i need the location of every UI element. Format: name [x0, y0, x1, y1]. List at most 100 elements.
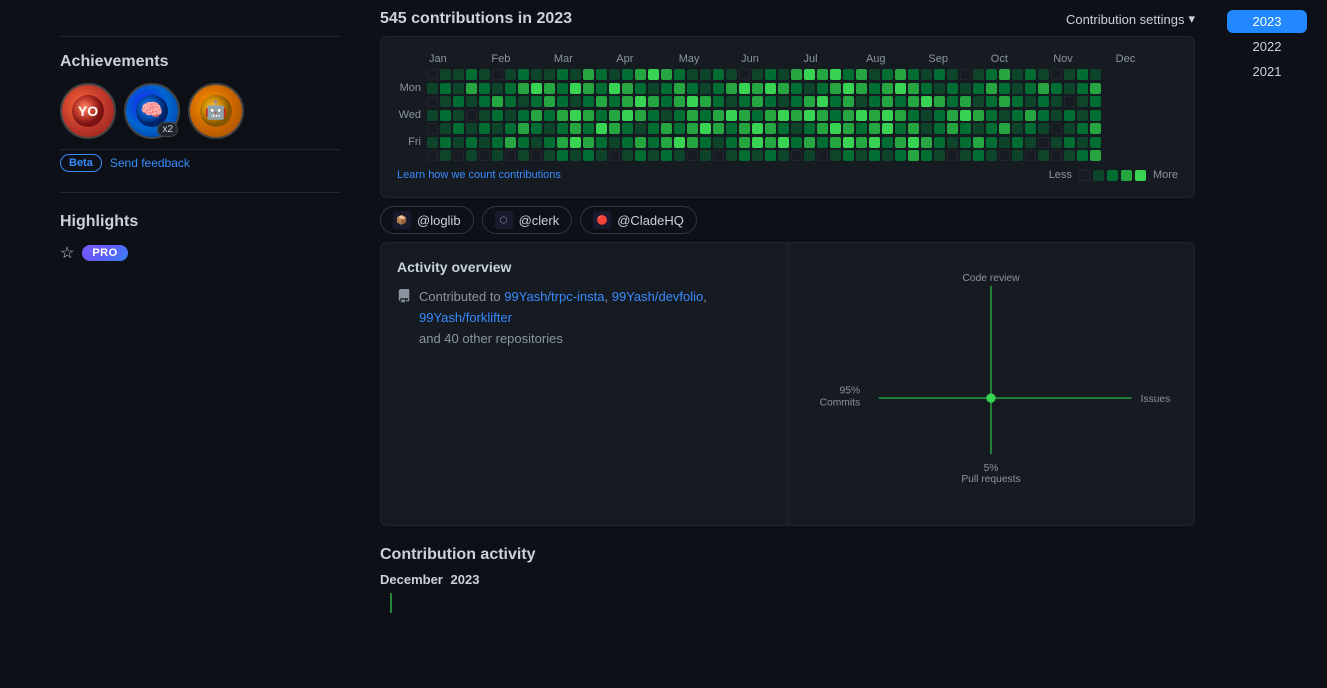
yolo-badge[interactable]: YO: [60, 83, 116, 139]
svg-text:Commits: Commits: [820, 398, 861, 409]
badge-count: x2: [157, 122, 178, 137]
beta-feedback-bar: Beta Send feedback: [60, 149, 340, 172]
more-label: More: [1153, 169, 1178, 181]
legend-colors: Less More: [1049, 169, 1178, 181]
activity-overview-left: Activity overview Contributed to 99Yash/…: [381, 243, 788, 525]
org-tab-cladehq-label: @CladeHQ: [617, 213, 684, 228]
graph-months: Jan Feb Mar Apr May Jun Jul Aug Sep Oct …: [429, 53, 1178, 65]
highlights-section: Highlights ☆ PRO: [60, 213, 340, 263]
send-feedback-link[interactable]: Send feedback: [110, 156, 190, 170]
contribution-activity-section: Contribution activity December 2023: [380, 546, 1195, 613]
contribution-settings-button[interactable]: Contribution settings ▾: [1066, 11, 1195, 27]
legend-cell-2: [1107, 170, 1118, 181]
year-2021-button[interactable]: 2021: [1227, 60, 1307, 83]
graph-row-fri: Fri: [397, 136, 1178, 148]
repo-link-trpc-insta[interactable]: 99Yash/trpc-insta: [504, 289, 604, 304]
yolo-badge-circle: YO: [60, 83, 116, 139]
activity-bar-line: [380, 593, 1195, 613]
legend-cell-1: [1093, 170, 1104, 181]
robot-badge[interactable]: 🤖: [188, 83, 244, 139]
cells-row-wed: [427, 110, 1178, 121]
month-jul: Jul: [804, 53, 866, 65]
and-more-text: and 40 other repositories: [419, 331, 563, 346]
activity-vertical-line: [390, 593, 392, 613]
loglib-icon: 📦: [393, 211, 411, 229]
cells-row-mon: [427, 83, 1178, 94]
org-tab-loglib[interactable]: 📦 @loglib: [380, 206, 474, 234]
achievements-section: Achievements: [60, 53, 340, 172]
month-sep: Sep: [928, 53, 990, 65]
svg-text:Code review: Code review: [962, 273, 1020, 284]
repo-icon: [397, 289, 411, 306]
contribution-graph: Jan Feb Mar Apr May Jun Jul Aug Sep Oct …: [380, 36, 1195, 198]
month-feb: Feb: [491, 53, 553, 65]
cells-row-0: [427, 69, 1178, 80]
svg-text:Pull requests: Pull requests: [961, 474, 1020, 485]
svg-text:Issues: Issues: [1141, 394, 1171, 405]
highlights-item-pro: ☆ PRO: [60, 243, 340, 263]
month-jun: Jun: [741, 53, 803, 65]
activity-year-label: 2023: [451, 572, 480, 587]
activity-chart-right: Code review Issues 95% Commits 5% Pull r…: [788, 243, 1194, 525]
month-nov: Nov: [1053, 53, 1115, 65]
sidebar-divider: [60, 36, 340, 37]
achievements-title: Achievements: [60, 53, 340, 71]
sidebar: Achievements: [0, 0, 360, 688]
svg-text:YO: YO: [78, 103, 98, 119]
graph-legend: Learn how we count contributions Less Mo…: [397, 169, 1178, 181]
activity-month: December 2023: [380, 572, 1195, 587]
graph-row-empty4: [397, 150, 1178, 161]
month-apr: Apr: [616, 53, 678, 65]
month-jan: Jan: [429, 53, 491, 65]
month-dec: Dec: [1116, 53, 1178, 65]
highlights-title: Highlights: [60, 213, 340, 231]
graph-row-empty2: [397, 96, 1178, 107]
activity-overview-title: Activity overview: [397, 259, 771, 275]
contributions-header: 545 contributions in 2023 Contribution s…: [380, 10, 1195, 28]
graph-row-mon: Mon: [397, 82, 1178, 94]
achievement-badges: YO: [60, 83, 340, 139]
year-selector: 2023 2022 2021: [1227, 10, 1307, 83]
legend-cell-4: [1135, 170, 1146, 181]
org-tabs: 📦 @loglib ⬡ @clerk 🔴 @CladeHQ: [380, 198, 1195, 242]
svg-text:5%: 5%: [984, 463, 999, 474]
month-mar: Mar: [554, 53, 616, 65]
repo-link-devfolio[interactable]: 99Yash/devfolio: [612, 289, 704, 304]
graph-rows: Mon: [397, 69, 1178, 161]
repo-link-forklifter[interactable]: 99Yash/forklifter: [419, 310, 512, 325]
svg-text:95%: 95%: [840, 385, 861, 396]
cells-row-fri: [427, 137, 1178, 148]
activity-panel: Activity overview Contributed to 99Yash/…: [380, 242, 1195, 526]
cells-row-6: [427, 150, 1178, 161]
activity-chart-svg: Code review Issues 95% Commits 5% Pull r…: [804, 259, 1178, 509]
graph-row-empty1: [397, 69, 1178, 80]
learn-contributions-link[interactable]: Learn how we count contributions: [397, 169, 561, 181]
graph-row-empty3: [397, 123, 1178, 134]
month-may: May: [679, 53, 741, 65]
cladehq-icon: 🔴: [593, 211, 611, 229]
svg-text:🧠: 🧠: [141, 100, 163, 120]
cells-row-2: [427, 96, 1178, 107]
year-2022-button[interactable]: 2022: [1227, 35, 1307, 58]
divider-2: [60, 192, 340, 193]
org-tab-clerk[interactable]: ⬡ @clerk: [482, 206, 573, 234]
org-tab-cladehq[interactable]: 🔴 @CladeHQ: [580, 206, 697, 234]
org-tab-loglib-label: @loglib: [417, 213, 461, 228]
crosshair-chart: Code review Issues 95% Commits 5% Pull r…: [804, 259, 1178, 509]
less-label: Less: [1049, 169, 1072, 181]
month-aug: Aug: [866, 53, 928, 65]
chevron-down-icon: ▾: [1188, 11, 1195, 27]
legend-cell-0: [1079, 170, 1090, 181]
star-icon: ☆: [60, 243, 74, 263]
contrib-list: Contributed to 99Yash/trpc-insta, 99Yash…: [397, 287, 771, 349]
beta-tag: Beta: [60, 154, 102, 172]
svg-text:🤖: 🤖: [205, 99, 227, 120]
contribution-activity-title: Contribution activity: [380, 546, 1195, 564]
activity-month-label: December: [380, 572, 443, 587]
graph-row-wed: Wed: [397, 109, 1178, 121]
org-tab-clerk-label: @clerk: [519, 213, 560, 228]
galaxy-badge[interactable]: 🧠 x2: [124, 83, 180, 139]
pro-badge: PRO: [82, 245, 127, 261]
year-2023-button[interactable]: 2023: [1227, 10, 1307, 33]
month-oct: Oct: [991, 53, 1053, 65]
